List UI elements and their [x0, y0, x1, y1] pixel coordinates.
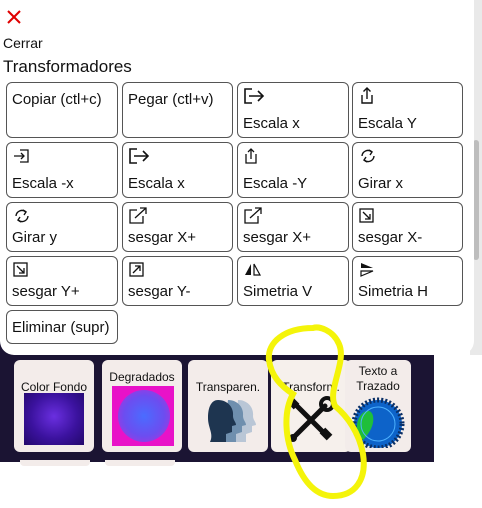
tool-label: Transparen. [195, 380, 261, 394]
solid-color-thumb [24, 393, 84, 445]
button-label: Escala x [243, 115, 300, 132]
copy-button[interactable]: Copiar (ctl+c) [6, 82, 118, 138]
arrow-up-right-box-icon [244, 207, 262, 224]
tool-degradados[interactable]: Degradados [102, 360, 182, 452]
close-button[interactable] [3, 6, 25, 28]
button-label: sesgar X- [358, 229, 423, 246]
tool-label: Degradados [109, 370, 175, 384]
button-label: Escala -x [12, 175, 74, 192]
mirror-horizontal-button[interactable]: Simetria H [352, 256, 463, 306]
button-label: sesgar Y- [128, 283, 191, 300]
gradient-thumb [112, 386, 174, 446]
button-label: Simetria H [358, 283, 429, 300]
rotate-icon [15, 209, 29, 223]
delete-button[interactable]: Eliminar (supr) [6, 310, 118, 344]
button-label: Girar x [358, 175, 403, 192]
button-label: sesgar Y+ [12, 283, 80, 300]
arrow-down-right-box-icon [359, 208, 374, 223]
skew-y-minus-button[interactable]: sesgar Y- [122, 256, 233, 306]
close-label[interactable]: Cerrar [3, 35, 43, 51]
tool-label: Color Fondo [20, 380, 88, 394]
arrow-into-box-icon [14, 149, 29, 163]
tool-transform[interactable]: Transform. [271, 360, 351, 452]
scale-neg-x-button[interactable]: Escala -x [6, 142, 118, 198]
button-label: Simetria V [243, 283, 313, 300]
flip-vertical-icon [245, 263, 262, 276]
tools-icon [286, 396, 335, 442]
panel-title: Transformadores [3, 57, 132, 76]
button-label: sesgar X+ [243, 229, 311, 246]
tool-color-fondo[interactable]: Color Fondo [14, 360, 94, 452]
close-icon[interactable] [6, 9, 22, 25]
globe-text-icon [351, 397, 405, 448]
flip-horizontal-icon [360, 263, 374, 277]
button-label: Escala -Y [243, 175, 308, 192]
arrow-right-from-box-icon [244, 88, 265, 104]
arrow-up-into-box-icon [245, 148, 257, 164]
arrow-up-right-box-icon [129, 207, 147, 224]
skew-x-plus-button[interactable]: sesgar X+ [122, 202, 233, 252]
arrow-right-from-box-icon [129, 148, 150, 164]
scale-x-button-2[interactable]: Escala x [122, 142, 233, 198]
button-label: Escala x [128, 175, 185, 192]
button-label: Eliminar (supr) [12, 319, 110, 336]
heads-transparency-icon [208, 400, 256, 442]
scale-neg-y-button[interactable]: Escala -Y [237, 142, 349, 198]
scale-x-button[interactable]: Escala x [237, 82, 349, 138]
rotate-y-button[interactable]: Girar y [6, 202, 118, 252]
transformers-panel: Cerrar Transformadores Copiar (ctl+c) Pe… [0, 0, 474, 355]
tile-edge [20, 460, 90, 466]
mirror-vertical-button[interactable]: Simetria V [237, 256, 349, 306]
tool-transparencia[interactable]: Transparen. [188, 360, 268, 452]
button-label: Girar y [12, 229, 57, 246]
button-label: sesgar X+ [128, 229, 196, 246]
button-label: Copiar (ctl+c) [12, 91, 102, 108]
rotate-icon [361, 149, 375, 163]
arrow-up-left-box-icon [129, 262, 144, 277]
paste-button[interactable]: Pegar (ctl+v) [122, 82, 233, 138]
tool-texto-a-trazado[interactable]: Texto a Trazado [345, 360, 411, 452]
arrow-down-right-box-icon [13, 262, 28, 277]
rotate-x-button[interactable]: Girar x [352, 142, 463, 198]
tool-label: Texto a Trazado [356, 364, 400, 393]
button-label: Escala Y [358, 115, 417, 132]
scale-y-button[interactable]: Escala Y [352, 82, 463, 138]
tool-label: Transform. [282, 380, 340, 394]
arrow-up-from-box-icon [361, 87, 373, 104]
skew-x-plus-button-2[interactable]: sesgar X+ [237, 202, 349, 252]
button-label: Pegar (ctl+v) [128, 91, 214, 108]
skew-x-minus-button[interactable]: sesgar X- [352, 202, 463, 252]
skew-y-plus-button[interactable]: sesgar Y+ [6, 256, 118, 306]
tile-edge [105, 460, 175, 466]
